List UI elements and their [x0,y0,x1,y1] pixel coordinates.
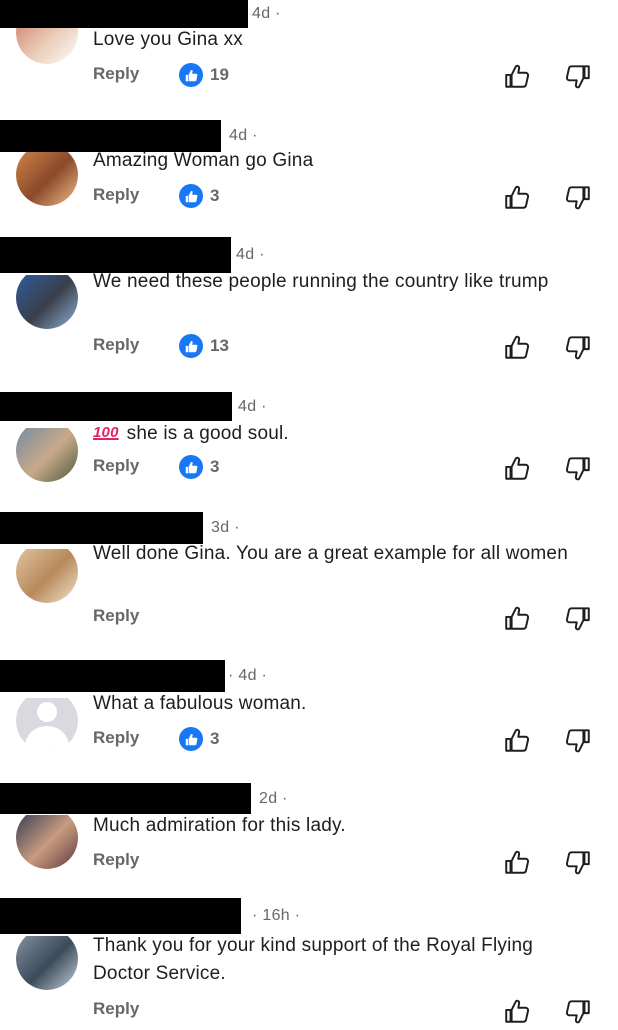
redacted-author-name [0,898,241,934]
comment-text-block: Well done Gina. You are a great example … [93,540,593,568]
comment: 4d · 100 she is a good soul. Reply 3 [0,392,618,522]
comment-text-block: What a fabulous woman. [93,690,593,718]
reply-button[interactable]: Reply [93,335,139,355]
thumbs-down-outline-icon[interactable] [564,848,592,876]
thumbs-up-outline-icon[interactable] [503,997,531,1025]
comment-timestamp[interactable]: 4d · [238,398,267,416]
avatar[interactable] [16,936,78,990]
comment-text-block: Amazing Woman go Gina [93,147,593,175]
reply-button[interactable]: Reply [93,728,139,748]
thumbs-up-outline-icon[interactable] [503,848,531,876]
reaction-count[interactable]: 3 [179,454,219,480]
thumbs-down-outline-icon[interactable] [564,997,592,1025]
thumbs-up-outline-icon[interactable] [503,454,531,482]
reply-button[interactable]: Reply [93,606,139,626]
reaction-count-number: 3 [210,186,220,205]
comment-timestamp[interactable]: 4d · [252,5,281,23]
thumbs-up-outline-icon[interactable] [503,604,531,632]
avatar-head-shape [37,702,57,722]
thumbs-down-outline-icon[interactable] [564,183,592,211]
comment-text: she is a good soul. [126,423,289,444]
thumbs-up-outline-icon[interactable] [503,183,531,211]
reaction-count-number: 3 [210,457,220,476]
default-avatar-icon[interactable] [16,698,78,752]
avatar[interactable] [16,152,78,206]
comment-text: Well done Gina. You are a great example … [93,543,568,564]
reply-button[interactable]: Reply [93,64,139,84]
avatar-shoulders-shape [25,726,69,752]
comment: 4d · Amazing Woman go Gina Reply 3 [0,120,618,250]
comment-timestamp[interactable]: 4d · [236,246,265,264]
reply-button[interactable]: Reply [93,456,139,476]
reaction-count-number: 3 [210,729,220,748]
comment: 2d · Much admiration for this lady. Reply [0,783,618,913]
comment-text-block: Much admiration for this lady. [93,812,593,840]
avatar[interactable] [16,428,78,482]
redacted-author-name [0,783,251,814]
reaction-count[interactable]: 19 [179,62,229,88]
comment-timestamp[interactable]: 3d · [211,519,240,537]
comment: · 16h · Thank you for your kind support o… [0,898,618,1028]
thumbs-down-outline-icon[interactable] [564,454,592,482]
thumbs-up-icon [179,184,203,208]
reaction-count-number: 19 [210,65,229,84]
hundred-points-emoji-icon: 100 [93,424,119,441]
comment-timestamp[interactable]: · 16h · [252,907,300,925]
reaction-count[interactable]: 3 [179,726,219,752]
thumbs-down-outline-icon[interactable] [564,62,592,90]
comment-text: We need these people running the country… [93,271,549,292]
thumbs-up-icon [179,727,203,751]
comment: 3d · Well done Gina. You are a great exam… [0,512,618,642]
comment-text-block: Thank you for your kind support of the R… [93,932,593,988]
comment-text: Much admiration for this lady. [93,815,346,836]
reply-button[interactable]: Reply [93,999,139,1019]
redacted-author-name [0,0,248,28]
comment-text: Amazing Woman go Gina [93,150,314,171]
comment-text: Love you Gina xx [93,29,244,50]
comment: · 4d · What a fabulous woman. Reply 3 [0,660,618,790]
reply-button[interactable]: Reply [93,185,139,205]
reaction-count[interactable]: 3 [179,183,219,209]
comment-text-block: Love you Gina xx [93,26,593,54]
thumbs-up-outline-icon[interactable] [503,333,531,361]
avatar[interactable] [16,549,78,603]
comment-timestamp[interactable]: 2d · [259,790,288,808]
comment-text-block: We need these people running the country… [93,268,593,296]
comment: 4d · Love you Gina xx Reply 19 [0,0,618,130]
thumbs-up-icon [179,455,203,479]
reply-button[interactable]: Reply [93,850,139,870]
redacted-author-name [0,392,232,421]
avatar[interactable] [16,815,78,869]
reaction-count-number: 13 [210,336,229,355]
reaction-count[interactable]: 13 [179,333,229,359]
redacted-author-name [0,660,225,692]
comment-timestamp[interactable]: 4d · [229,127,258,145]
comment-text: What a fabulous woman. [93,693,307,714]
comment: 4d · We need these people running the cou… [0,237,618,367]
thumbs-down-outline-icon[interactable] [564,333,592,361]
thumbs-up-icon [179,334,203,358]
avatar[interactable] [16,275,78,329]
comment-text: Thank you for your kind support of the R… [93,935,534,984]
thumbs-down-outline-icon[interactable] [564,604,592,632]
thumbs-up-outline-icon[interactable] [503,726,531,754]
thumbs-up-icon [179,63,203,87]
thumbs-up-outline-icon[interactable] [503,62,531,90]
comment-timestamp[interactable]: · 4d · [228,667,267,685]
thumbs-down-outline-icon[interactable] [564,726,592,754]
comment-text-block: 100 she is a good soul. [93,419,593,448]
